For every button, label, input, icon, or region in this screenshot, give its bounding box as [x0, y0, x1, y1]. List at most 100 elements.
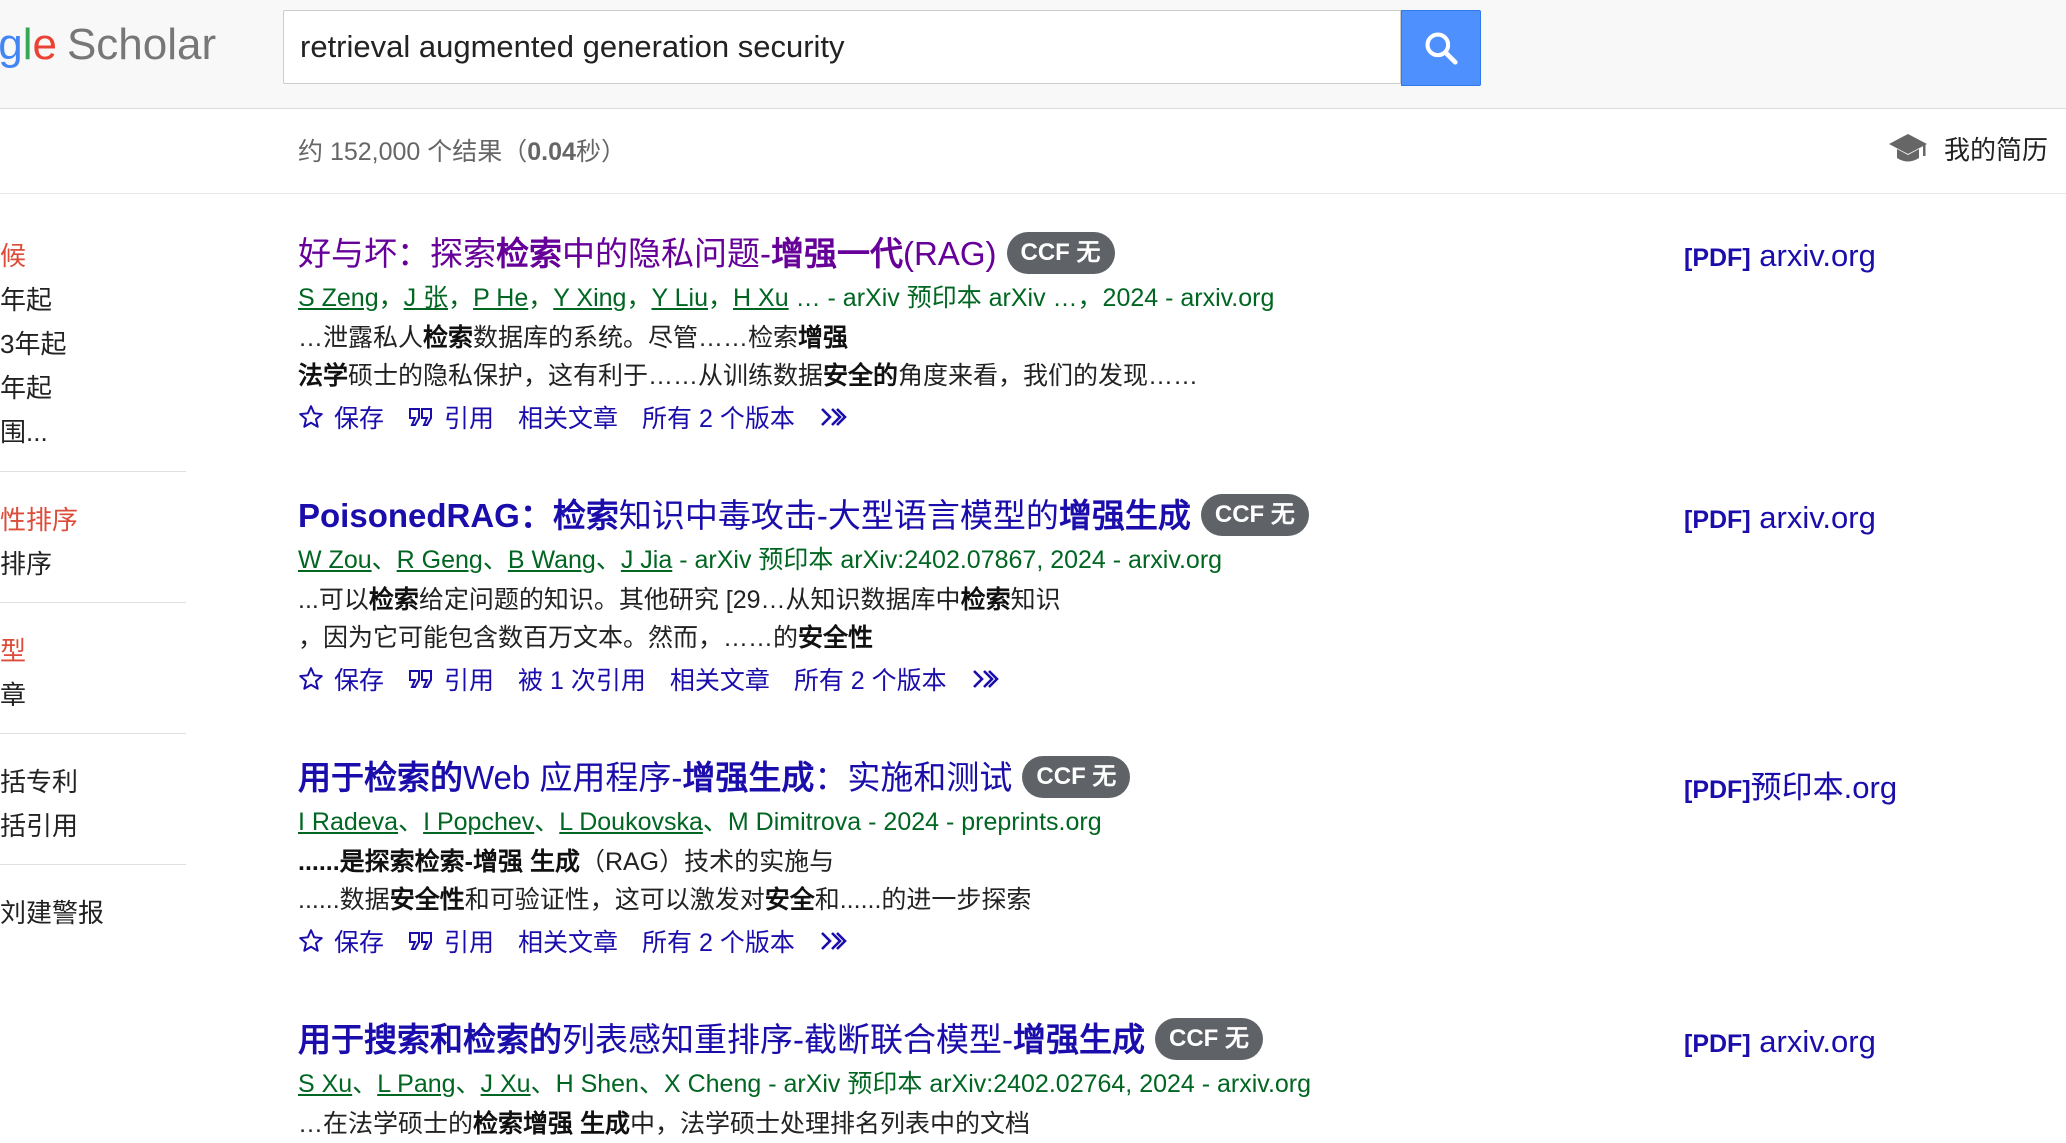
scholar-logo[interactable]: GoogleScholar — [0, 15, 290, 75]
snippet-text-part: 知识 — [1010, 586, 1061, 615]
author-link[interactable]: J Jia — [621, 546, 672, 574]
result-item: 好与坏：探索检索中的隐私问题-增强一代(RAG) CCF 无 S Zeng ， J 张 ，… — [298, 232, 1678, 435]
ccf-badge: CCF 无 — [1022, 756, 1131, 799]
result-item: 用于检索的Web 应用程序-增强生成：实施和测试 CCF 无 I Radeva、I … — [298, 756, 1678, 959]
snippet-text-part: 检索增强 生成 — [473, 1110, 630, 1139]
author-link[interactable]: P He — [473, 284, 528, 312]
my-profile-link[interactable]: 我的简历 — [1888, 130, 2048, 167]
snippet-text-part: ......是探索检索-增强 生成 — [298, 848, 580, 877]
author-link[interactable]: W Zou — [298, 546, 372, 574]
snippet-text-part: 安全 — [764, 886, 815, 915]
author-link[interactable]: H Xu — [733, 284, 789, 312]
author-separator: ， — [626, 284, 652, 313]
sidebar-item-since-year-1[interactable]: 年起 — [0, 280, 52, 317]
result-title-link[interactable]: 好与坏：探索检索中的隐私问题-增强一代(RAG) CCF 无 — [298, 232, 1678, 277]
search-icon — [1425, 32, 1458, 65]
save-button[interactable]: 保存 — [298, 399, 384, 435]
author-link[interactable]: B Wang — [508, 546, 596, 574]
search-box[interactable] — [283, 10, 1401, 84]
sidebar-item-sort-date[interactable]: 排序 — [0, 544, 52, 581]
author-link[interactable]: L Pang — [377, 1070, 455, 1098]
sidebar-item-include-citations[interactable]: 括引用 — [0, 806, 78, 843]
title-text-part: 增强生成 — [682, 759, 815, 796]
author-link[interactable]: Y Liu — [651, 284, 708, 312]
title-text-part: 列表感知重排序-截断联合模型- — [562, 1021, 1013, 1058]
author-separator: ， — [708, 284, 734, 313]
save-label: 保存 — [334, 405, 385, 434]
quote-icon — [409, 932, 433, 951]
result-title-link[interactable]: 用于搜索和检索的列表感知重排序-截断联合模型-增强生成 CCF 无 — [298, 1018, 1678, 1063]
author-separator: 、 — [398, 808, 424, 837]
save-label: 保存 — [334, 667, 385, 696]
result-snippet: ...可以检索给定问题的知识。其他研究 [29…从知识数据库中检索知识 ，因为它可… — [298, 581, 1678, 657]
all-versions-link[interactable]: 所有 2 个版本 — [642, 399, 795, 435]
sidebar-divider — [0, 733, 186, 734]
title-text-part: 用于检索的 — [298, 759, 463, 796]
author-link[interactable]: J Xu — [481, 1070, 531, 1098]
logo-letter-l: l — [22, 20, 33, 69]
sidebar-item-since-year-2[interactable]: 3年起 — [0, 324, 66, 361]
more-actions-button[interactable] — [819, 930, 849, 952]
all-versions-link[interactable]: 所有 2 个版本 — [794, 661, 947, 697]
sidebar-item-custom-range[interactable]: 围... — [0, 412, 48, 449]
double-chevron-icon — [972, 670, 999, 689]
pdf-domain: arxiv.org — [1750, 500, 1876, 535]
author-separator: 、 — [352, 1070, 378, 1099]
title-text-part: PoisonedRAG： — [298, 497, 553, 534]
snippet-text-part: 数据库的系统。尽管……检索 — [473, 324, 799, 353]
cite-button[interactable]: 引用 — [408, 923, 494, 959]
author-separator: 、 — [482, 546, 508, 575]
search-button[interactable] — [1401, 10, 1481, 86]
pdf-link[interactable]: [PDF] arxiv.org — [1684, 238, 1876, 274]
snippet-text-part: 增强 — [798, 324, 849, 353]
ccf-badge: CCF 无 — [1200, 494, 1309, 537]
snippet-line: ，因为它可能包含数百万文本。然而，……的安全性 — [298, 619, 1678, 657]
cite-button[interactable]: 引用 — [408, 399, 494, 435]
snippet-line: …泄露私人检索数据库的系统。尽管……检索增强 — [298, 319, 1678, 357]
related-articles-link[interactable]: 相关文章 — [518, 399, 618, 435]
sidebar-item-since-year-3[interactable]: 年起 — [0, 368, 52, 405]
related-articles-link[interactable]: 相关文章 — [670, 661, 770, 697]
pdf-link[interactable]: [PDF] arxiv.org — [1684, 500, 1876, 536]
pdf-link[interactable]: [PDF] arxiv.org — [1684, 1024, 1876, 1060]
sidebar-item-any-time[interactable]: 候 — [0, 236, 26, 273]
pdf-link[interactable]: [PDF]预印本.org — [1684, 762, 1897, 807]
result-authors-venue: W Zou、R Geng、B Wang、J Jia - arXiv 预印本 ar… — [298, 543, 1678, 577]
sidebar-item-include-patents[interactable]: 括专利 — [0, 762, 78, 799]
author-link[interactable]: L Doukovska — [559, 808, 703, 836]
double-chevron-icon — [820, 408, 847, 427]
stats-suffix: 秒） — [575, 138, 626, 166]
pdf-tag: [PDF] — [1684, 1030, 1751, 1058]
author-link[interactable]: I Popchev — [423, 808, 534, 836]
author-link[interactable]: S Xu — [298, 1070, 352, 1098]
author-link[interactable]: I Radeva — [298, 808, 398, 836]
author-link[interactable]: S Zeng — [298, 284, 379, 312]
related-articles-link[interactable]: 相关文章 — [518, 923, 618, 959]
cited-by-link[interactable]: 被 1 次引用 — [518, 661, 646, 697]
result-title-link[interactable]: 用于检索的Web 应用程序-增强生成：实施和测试 CCF 无 — [298, 756, 1678, 801]
double-chevron-icon — [820, 932, 847, 951]
ccf-badge: CCF 无 — [1154, 1018, 1263, 1061]
save-button[interactable]: 保存 — [298, 923, 384, 959]
snippet-text-part: 给定问题的知识。其他研究 [29…从知识数据库中 — [418, 586, 961, 615]
snippet-text-part: ，因为它可能包含数百万文本。然而，……的 — [298, 624, 799, 653]
author-link[interactable]: J 张 — [404, 284, 448, 312]
stats-prefix: 约 152,000 个结果（ — [298, 138, 528, 166]
author-link[interactable]: R Geng — [397, 546, 483, 574]
author-link[interactable]: Y Xing — [553, 284, 626, 312]
result-title-link[interactable]: PoisonedRAG：检索知识中毒攻击-大型语言模型的增强生成 CCF 无 — [298, 494, 1678, 539]
sidebar-item-create-alert[interactable]: 刘建警报 — [0, 893, 104, 930]
more-actions-button[interactable] — [971, 668, 1001, 690]
all-versions-link[interactable]: 所有 2 个版本 — [642, 923, 795, 959]
my-profile-label: 我的简历 — [1944, 135, 2049, 165]
sidebar-item-review-articles[interactable]: 章 — [0, 675, 26, 712]
snippet-line: …在法学硕士的检索增强 生成中，法学硕士处理排名列表中的文档 — [298, 1105, 1678, 1143]
cite-button[interactable]: 引用 — [408, 661, 494, 697]
save-button[interactable]: 保存 — [298, 661, 384, 697]
sidebar-item-sort-relevance[interactable]: 性排序 — [0, 500, 78, 537]
sidebar-item-any-type[interactable]: 型 — [0, 631, 26, 668]
snippet-text-part: 检索 — [960, 586, 1011, 615]
search-input[interactable] — [284, 11, 1400, 83]
snippet-line: ...可以检索给定问题的知识。其他研究 [29…从知识数据库中检索知识 — [298, 581, 1678, 619]
more-actions-button[interactable] — [819, 406, 849, 428]
